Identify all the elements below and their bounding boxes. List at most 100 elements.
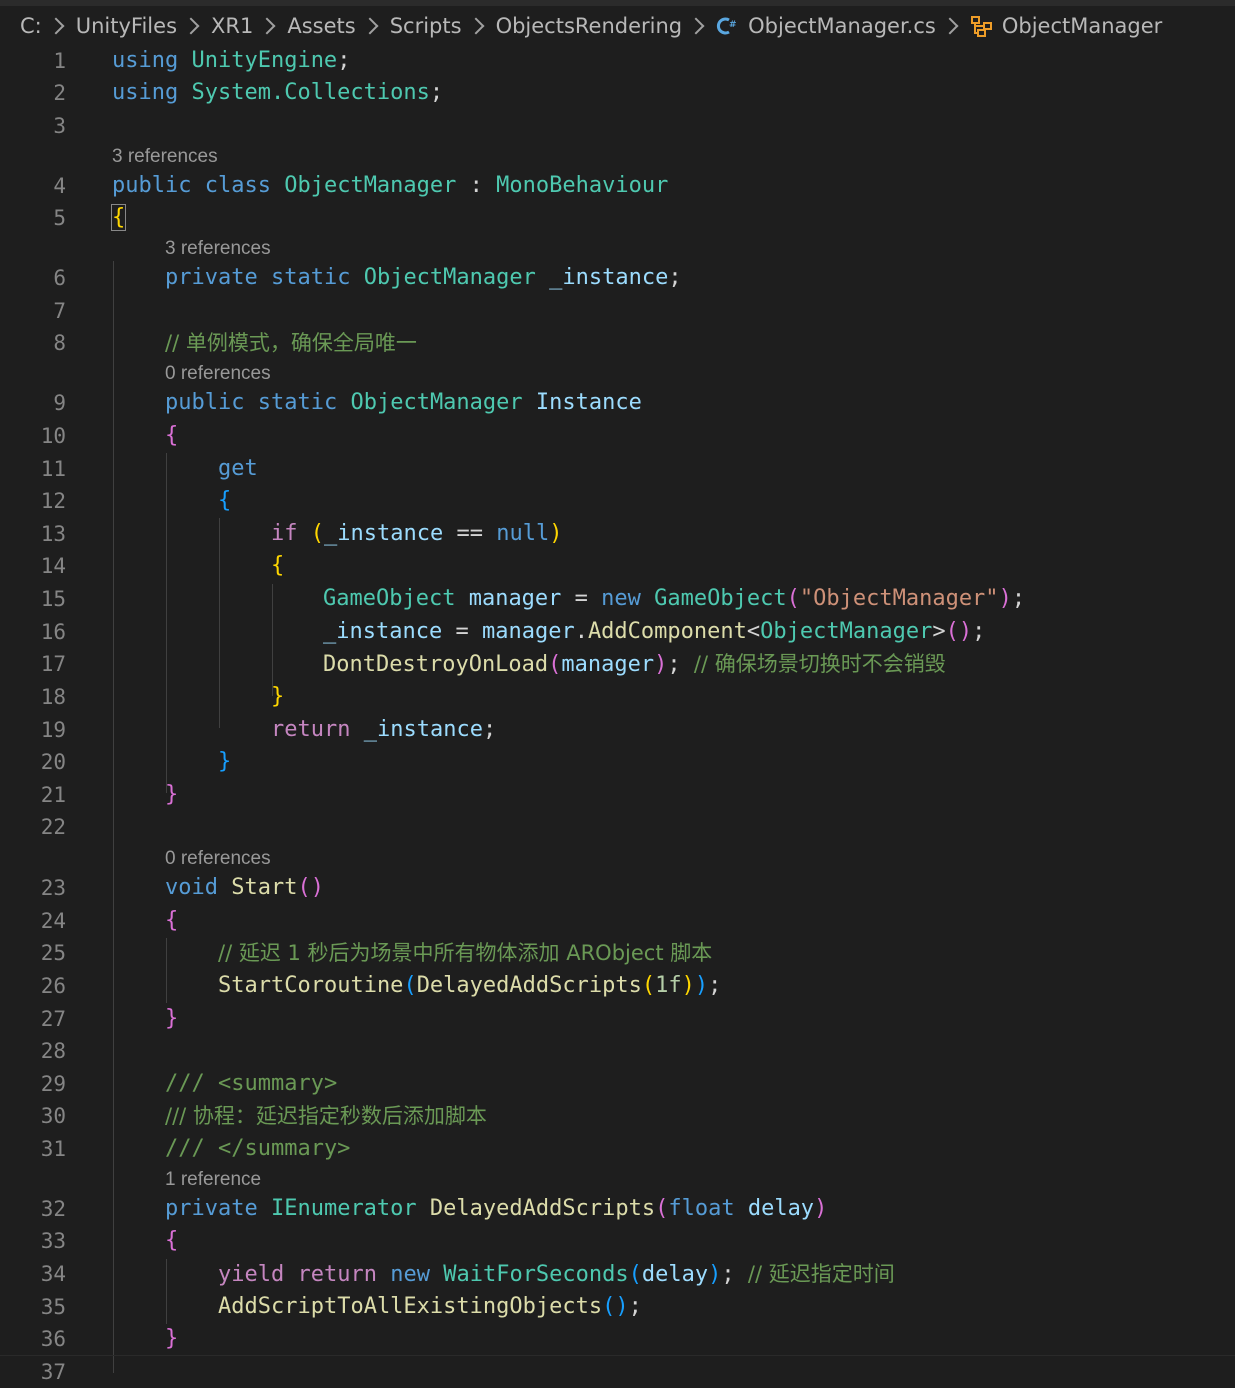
line-number[interactable]: 3 (0, 110, 66, 142)
codelens-row: 3 references (0, 235, 1235, 263)
line-number[interactable]: 10 (0, 420, 66, 452)
chevron-right-icon (182, 17, 200, 35)
code-text: StartCoroutine(DelayedAddScripts(1f)); (218, 973, 722, 998)
breadcrumb-xr1[interactable]: XR1 (211, 14, 253, 38)
breadcrumb-symbol[interactable]: ObjectManager (1002, 14, 1162, 38)
code-text: } (218, 749, 232, 774)
code-line: 9 public static ObjectManager Instance (0, 387, 1235, 419)
line-number[interactable]: 7 (0, 295, 66, 327)
code-comment: // 单例模式，确保全局唯一 (165, 331, 417, 355)
code-line: 35 AddScriptToAllExistingObjects(); (0, 1291, 1235, 1323)
code-line: 1 using UnityEngine; (0, 45, 1235, 77)
svg-text:#: # (729, 20, 737, 30)
code-text: return _instance; (271, 717, 497, 742)
line-number[interactable]: 33 (0, 1225, 66, 1257)
line-number[interactable]: 29 (0, 1068, 66, 1100)
code-line: 11 get (0, 453, 1235, 485)
code-line: 17 DontDestroyOnLoad(manager); // 确保场景切换… (0, 648, 1235, 680)
line-number[interactable]: 12 (0, 485, 66, 517)
code-line: 33 { (0, 1225, 1235, 1257)
code-line: 31 /// </summary> (0, 1133, 1235, 1165)
line-number[interactable]: 32 (0, 1193, 66, 1225)
code-text: { (165, 423, 179, 448)
line-number[interactable]: 5 (0, 202, 66, 234)
code-line: 13 if (_instance == null) (0, 518, 1235, 550)
csharp-file-icon: # (716, 16, 738, 36)
line-number[interactable]: 36 (0, 1323, 66, 1355)
codelens-references[interactable]: 0 references (165, 845, 271, 873)
line-number[interactable]: 20 (0, 746, 66, 778)
code-text: void Start() (165, 875, 324, 900)
code-line: 15 GameObject manager = new GameObject("… (0, 583, 1235, 615)
code-line: 2 using System.Collections; (0, 77, 1235, 109)
chevron-right-icon (47, 17, 65, 35)
codelens-references[interactable]: 3 references (112, 143, 218, 171)
code-text: } (165, 1326, 179, 1351)
line-number[interactable]: 16 (0, 616, 66, 648)
line-number[interactable]: 34 (0, 1258, 66, 1290)
breadcrumb-objectsrendering[interactable]: ObjectsRendering (496, 14, 683, 38)
code-line: 32 private IEnumerator DelayedAddScripts… (0, 1193, 1235, 1225)
line-number[interactable]: 17 (0, 648, 66, 680)
line-number[interactable]: 13 (0, 518, 66, 550)
codelens-references[interactable]: 0 references (165, 360, 271, 388)
code-line: 24 { (0, 905, 1235, 937)
codelens-references[interactable]: 1 reference (165, 1166, 261, 1194)
line-number[interactable]: 25 (0, 937, 66, 969)
code-line: 20 } (0, 746, 1235, 778)
line-number[interactable]: 22 (0, 811, 66, 843)
line-number[interactable]: 15 (0, 583, 66, 615)
line-number[interactable]: 14 (0, 550, 66, 582)
line-number[interactable]: 26 (0, 970, 66, 1002)
line-number[interactable]: 9 (0, 387, 66, 419)
code-editor[interactable]: 1 using UnityEngine; 2 using System.Coll… (0, 44, 1235, 1384)
codelens-row: 1 reference (0, 1166, 1235, 1194)
line-number[interactable]: 23 (0, 872, 66, 904)
line-number[interactable]: 27 (0, 1003, 66, 1035)
codelens-references[interactable]: 3 references (165, 235, 271, 263)
code-line: 4 public class ObjectManager : MonoBehav… (0, 170, 1235, 202)
line-number[interactable]: 2 (0, 77, 66, 109)
breadcrumb-unityfiles[interactable]: UnityFiles (76, 14, 177, 38)
title-bar-edge (0, 0, 1235, 6)
code-text: using System.Collections; (112, 80, 444, 105)
code-text: } (271, 684, 285, 709)
line-number[interactable]: 28 (0, 1035, 66, 1067)
code-text: using UnityEngine; (112, 48, 351, 73)
code-text: private static ObjectManager _instance; (165, 265, 682, 290)
chevron-right-icon (361, 17, 379, 35)
line-number[interactable]: 24 (0, 905, 66, 937)
code-line: 28 (0, 1035, 1235, 1067)
breadcrumb-drive[interactable]: C: (20, 14, 42, 38)
code-line: 6 private static ObjectManager _instance… (0, 262, 1235, 294)
code-text: } (165, 782, 179, 807)
line-number[interactable]: 19 (0, 714, 66, 746)
breadcrumb-file[interactable]: ObjectManager.cs (748, 14, 936, 38)
code-line: 22 (0, 811, 1235, 843)
code-comment: /// 协程：延迟指定秒数后添加脚本 (165, 1104, 487, 1128)
line-number[interactable]: 18 (0, 681, 66, 713)
code-line: 36 } (0, 1323, 1235, 1355)
chevron-right-icon (467, 17, 485, 35)
line-number[interactable]: 11 (0, 453, 66, 485)
breadcrumb-scripts[interactable]: Scripts (390, 14, 462, 38)
line-number[interactable]: 21 (0, 779, 66, 811)
code-text: _instance = manager.AddComponent<ObjectM… (323, 619, 986, 644)
line-number[interactable]: 1 (0, 45, 66, 77)
code-line: 25 // 延迟 1 秒后为场景中所有物体添加 ARObject 脚本 (0, 937, 1235, 969)
line-number[interactable]: 35 (0, 1291, 66, 1323)
breadcrumb-assets[interactable]: Assets (287, 14, 355, 38)
line-number[interactable]: 37 (0, 1356, 66, 1388)
line-number[interactable]: 8 (0, 327, 66, 359)
line-number[interactable]: 6 (0, 262, 66, 294)
code-text: DontDestroyOnLoad(manager); // 确保场景切换时不会… (323, 652, 946, 677)
line-number[interactable]: 31 (0, 1133, 66, 1165)
code-text: } (165, 1006, 179, 1031)
code-line: 27 } (0, 1003, 1235, 1035)
editor-divider (0, 1355, 1235, 1356)
codelens-row: 3 references (0, 143, 1235, 171)
line-number[interactable]: 4 (0, 170, 66, 202)
line-number[interactable]: 30 (0, 1100, 66, 1132)
code-text: { (218, 488, 232, 513)
chevron-right-icon (258, 17, 276, 35)
